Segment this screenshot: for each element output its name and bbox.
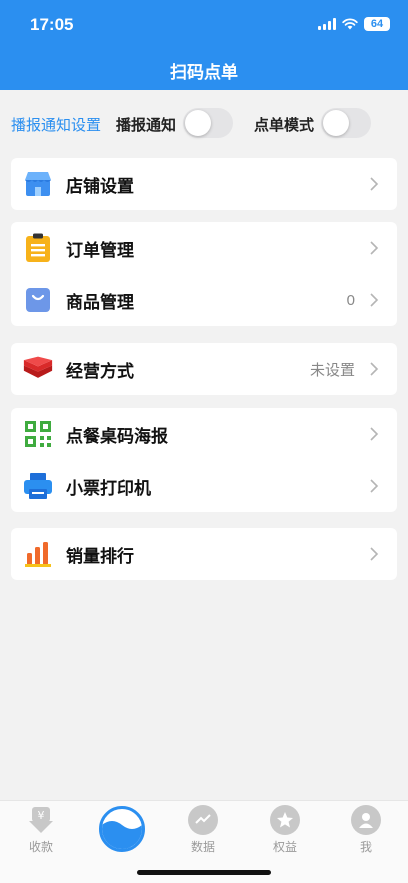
scan-order-center-button[interactable]: [99, 806, 145, 852]
bag-icon: [23, 285, 53, 315]
chevron-right-icon: [370, 547, 379, 561]
chevron-right-icon: [370, 362, 379, 376]
menu-item-receipt-printer[interactable]: 小票打印机: [11, 460, 397, 512]
home-indicator: [137, 870, 271, 875]
printer-icon: [23, 471, 53, 501]
tab-benefits[interactable]: 权益: [255, 805, 315, 855]
wifi-icon: [342, 18, 358, 30]
data-chart-icon: [188, 805, 218, 835]
qr-code-icon: [23, 419, 53, 449]
wave-icon: [102, 821, 142, 849]
chevron-right-icon: [370, 241, 379, 255]
menu-item-label: 店铺设置: [66, 176, 134, 196]
product-count: 0: [346, 291, 355, 309]
menu-item-business-mode[interactable]: 经营方式 未设置: [11, 343, 397, 395]
toggle-knob: [323, 110, 349, 136]
chevron-right-icon: [370, 293, 379, 307]
battery-indicator: 64: [364, 17, 390, 31]
yen-download-icon: ¥: [29, 807, 53, 833]
svg-text:¥: ¥: [38, 809, 45, 822]
status-icons: 64: [318, 17, 390, 31]
chevron-right-icon: [370, 479, 379, 493]
menu-item-label: 销量排行: [66, 546, 134, 566]
menu-item-product-management[interactable]: 商品管理 0: [11, 274, 397, 326]
business-mode-value: 未设置: [309, 361, 355, 379]
menu-item-label: 商品管理: [66, 292, 134, 312]
order-product-card: 订单管理 商品管理 0: [11, 222, 397, 326]
notification-toggle-row: 播报通知设置 播报通知 点单模式: [0, 104, 408, 144]
clipboard-icon: [23, 233, 53, 263]
app-header: 17:05 64 扫码点单: [0, 0, 408, 90]
tab-label: 数据: [190, 840, 215, 854]
cellular-signal-icon: [318, 18, 336, 30]
page-title: 扫码点单: [170, 63, 238, 82]
toggle-knob: [185, 110, 211, 136]
order-mode-toggle-label: 点单模式: [254, 117, 315, 134]
broadcast-toggle-label: 播报通知: [116, 117, 177, 134]
menu-item-label: 点餐桌码海报: [66, 426, 168, 446]
sales-card: 销量排行: [11, 528, 397, 580]
tab-data[interactable]: 数据: [173, 805, 233, 855]
layers-icon: [23, 354, 53, 384]
chevron-right-icon: [370, 427, 379, 441]
menu-item-label: 小票打印机: [66, 478, 151, 498]
user-icon: [351, 805, 381, 835]
menu-item-label: 订单管理: [66, 240, 134, 260]
menu-item-store-settings[interactable]: 店铺设置: [11, 158, 397, 210]
star-icon: [270, 805, 300, 835]
order-mode-toggle[interactable]: [321, 108, 371, 138]
tab-label: 收款: [28, 840, 53, 854]
menu-item-sales-ranking[interactable]: 销量排行: [11, 528, 397, 580]
bar-chart-icon: [23, 539, 53, 569]
chevron-right-icon: [370, 177, 379, 191]
menu-item-order-management[interactable]: 订单管理: [11, 222, 397, 274]
menu-item-label: 经营方式: [66, 361, 134, 381]
store-card: 店铺设置: [11, 158, 397, 210]
tab-label: 权益: [272, 840, 297, 854]
status-time: 17:05: [30, 15, 74, 34]
broadcast-toggle[interactable]: [183, 108, 233, 138]
tab-label: 我: [359, 840, 372, 854]
broadcast-settings-link[interactable]: 播报通知设置: [11, 114, 101, 135]
tab-me[interactable]: 我: [336, 805, 396, 855]
tools-card: 点餐桌码海报 小票打印机: [11, 408, 397, 512]
menu-item-table-qr-poster[interactable]: 点餐桌码海报: [11, 408, 397, 460]
business-card: 经营方式 未设置: [11, 343, 397, 395]
tab-collect[interactable]: ¥ 收款: [11, 805, 71, 855]
shop-icon: [23, 169, 53, 199]
